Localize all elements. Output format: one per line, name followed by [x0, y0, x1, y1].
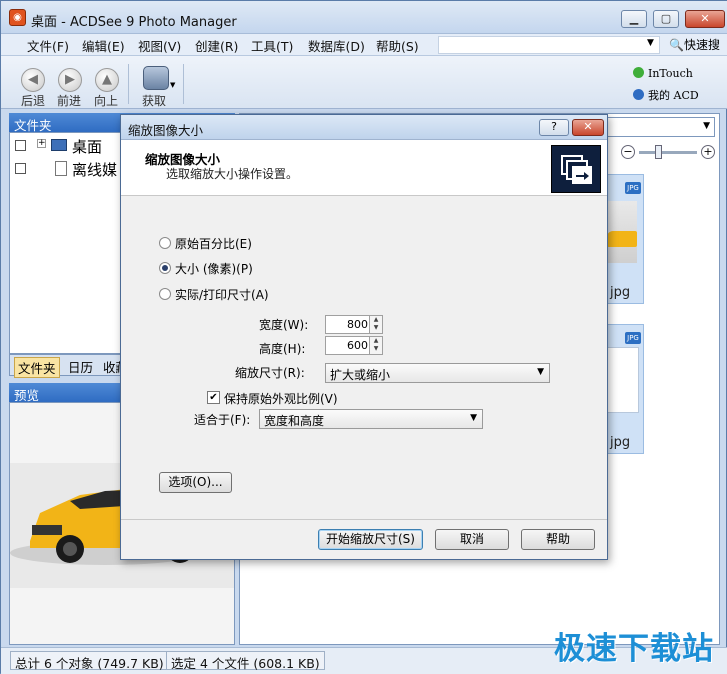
tree-item-offline-media[interactable]: 离线媒 [72, 159, 117, 180]
zoom-thumb[interactable] [655, 145, 662, 159]
radio-print-size-label[interactable]: 实际/打印尺寸(A) [175, 286, 269, 303]
chevron-down-icon: ▼ [470, 413, 477, 423]
menu-help[interactable]: 帮助(S) [376, 36, 419, 55]
help-button[interactable]: 帮助 [521, 529, 595, 550]
thumbnail-ext: jpg [610, 435, 631, 450]
thumbnail-image [603, 347, 639, 413]
fit-label: 适合于(F): [194, 413, 251, 427]
dialog-close-icon[interactable]: ✕ [572, 119, 604, 136]
zoom-out-icon[interactable]: − [621, 145, 635, 159]
intouch-icon [633, 67, 644, 78]
cancel-button[interactable]: 取消 [435, 529, 509, 550]
up-arrow-icon[interactable]: ▲ [95, 68, 119, 92]
tree-checkbox[interactable] [15, 140, 26, 151]
resize-logo-icon [551, 145, 601, 193]
thumbnail-ext: jpg [610, 285, 631, 300]
window-title: 桌面 - ACDSee 9 Photo Manager [31, 15, 237, 30]
search-icon: 🔍 [669, 38, 684, 52]
acquire-dropdown-icon[interactable]: ▼ [170, 81, 175, 89]
myacd-link[interactable]: 我的 ACD [633, 87, 699, 103]
start-resize-button[interactable]: 开始缩放尺寸(S) [318, 529, 423, 550]
document-icon [55, 161, 67, 176]
keep-aspect-checkbox[interactable]: ✔ [207, 391, 220, 404]
radio-size-pixels-label[interactable]: 大小 (像素)(P) [175, 260, 253, 277]
status-selected: 选定 4 个文件 (608.1 KB) [166, 651, 325, 671]
intouch-link[interactable]: InTouch [633, 67, 693, 80]
zoom-track [639, 151, 697, 154]
forward-arrow-icon[interactable]: ▶ [58, 68, 82, 92]
thumbnail-card[interactable]: JPG jpg [602, 324, 644, 454]
desktop-icon [51, 139, 67, 151]
height-label: 高度(H): [259, 342, 306, 356]
options-button[interactable]: 选项(O)... [159, 472, 232, 493]
up-label[interactable]: 向上 [94, 92, 118, 109]
resize-image-dialog: 缩放图像大小 ? ✕ 缩放图像大小 选取缩放大小操作设置。 原始百分比(E) 大… [120, 114, 608, 560]
zoom-in-icon[interactable]: + [701, 145, 715, 159]
toolbar: ◀ 后退 ▶ 前进 ▲ 向上 ▼ 获取 InTouch 我的 ACD [1, 56, 727, 109]
expand-icon[interactable]: + [37, 139, 46, 148]
tree-checkbox[interactable] [15, 163, 26, 174]
main-window: ◉ 桌面 - ACDSee 9 Photo Manager ▁ ▢ ✕ 文件(F… [0, 0, 727, 674]
dialog-help-icon[interactable]: ? [539, 119, 569, 136]
menu-bar: 文件(F) 编辑(E) 视图(V) 创建(R) 工具(T) 数据库(D) 帮助(… [1, 34, 727, 56]
back-arrow-icon[interactable]: ◀ [21, 68, 45, 92]
forward-label[interactable]: 前进 [57, 92, 81, 109]
menu-file[interactable]: 文件(F) [27, 36, 69, 55]
menu-create[interactable]: 创建(R) [195, 36, 238, 55]
height-input[interactable]: 600 [325, 336, 373, 355]
dialog-subheading: 选取缩放大小操作设置。 [166, 167, 299, 181]
height-spinner[interactable]: ▲ ▼ [369, 336, 383, 355]
zoom-slider[interactable]: − + [611, 141, 719, 163]
path-combo[interactable]: ▼ [591, 117, 715, 137]
fit-select[interactable]: 宽度和高度 ▼ [259, 409, 483, 429]
acquire-label[interactable]: 获取 [142, 92, 166, 109]
width-spinner[interactable]: ▲ ▼ [369, 315, 383, 334]
dialog-header: 缩放图像大小 选取缩放大小操作设置。 [121, 140, 607, 196]
width-label: 宽度(W): [259, 318, 309, 332]
myacd-icon [633, 89, 644, 100]
acquire-camera-icon[interactable] [143, 66, 169, 90]
back-label[interactable]: 后退 [21, 92, 45, 109]
close-button[interactable]: ✕ [685, 10, 725, 28]
resize-mode-select[interactable]: 扩大或缩小 ▼ [325, 363, 550, 383]
menu-view[interactable]: 视图(V) [138, 36, 181, 55]
car-shape [607, 231, 637, 247]
dialog-title-bar: 缩放图像大小 ? ✕ [121, 115, 607, 140]
tree-item-desktop[interactable]: 桌面 [72, 136, 102, 157]
minimize-button[interactable]: ▁ [621, 10, 647, 28]
status-total: 总计 6 个对象 (749.7 KB) [10, 651, 169, 671]
title-bar: ◉ 桌面 - ACDSee 9 Photo Manager ▁ ▢ ✕ [1, 1, 727, 34]
search-input[interactable] [438, 36, 660, 54]
radio-print-size[interactable] [159, 288, 171, 300]
chevron-down-icon: ▼ [703, 121, 710, 131]
menu-database[interactable]: 数据库(D) [308, 36, 365, 55]
radio-size-pixels[interactable] [159, 262, 171, 274]
jpg-badge: JPG [625, 182, 641, 194]
quick-search[interactable]: 🔍快速搜 [669, 36, 720, 53]
keep-aspect-label[interactable]: 保持原始外观比例(V) [224, 390, 338, 407]
watermark-text: 极速下载站 [554, 631, 714, 667]
search-dropdown-icon[interactable]: ▼ [647, 38, 654, 48]
width-input[interactable]: 800 [325, 315, 373, 334]
jpg-badge: JPG [625, 332, 641, 344]
dialog-title: 缩放图像大小 [128, 123, 204, 138]
radio-original-percent[interactable] [159, 237, 171, 249]
maximize-button[interactable]: ▢ [653, 10, 679, 28]
dialog-divider [121, 519, 607, 520]
toolbar-separator [183, 64, 184, 104]
radio-original-percent-label[interactable]: 原始百分比(E) [175, 235, 252, 252]
acdsee-app-icon[interactable]: ◉ [9, 9, 26, 26]
tab-folders[interactable]: 文件夹 [14, 357, 60, 378]
menu-edit[interactable]: 编辑(E) [82, 36, 125, 55]
menu-tools[interactable]: 工具(T) [251, 36, 293, 55]
chevron-down-icon: ▼ [537, 367, 544, 377]
resize-mode-label: 缩放尺寸(R): [235, 366, 305, 380]
toolbar-separator [128, 64, 129, 104]
thumbnail-card[interactable]: JPG jpg [602, 174, 644, 304]
tab-calendar[interactable]: 日历 [65, 357, 96, 376]
